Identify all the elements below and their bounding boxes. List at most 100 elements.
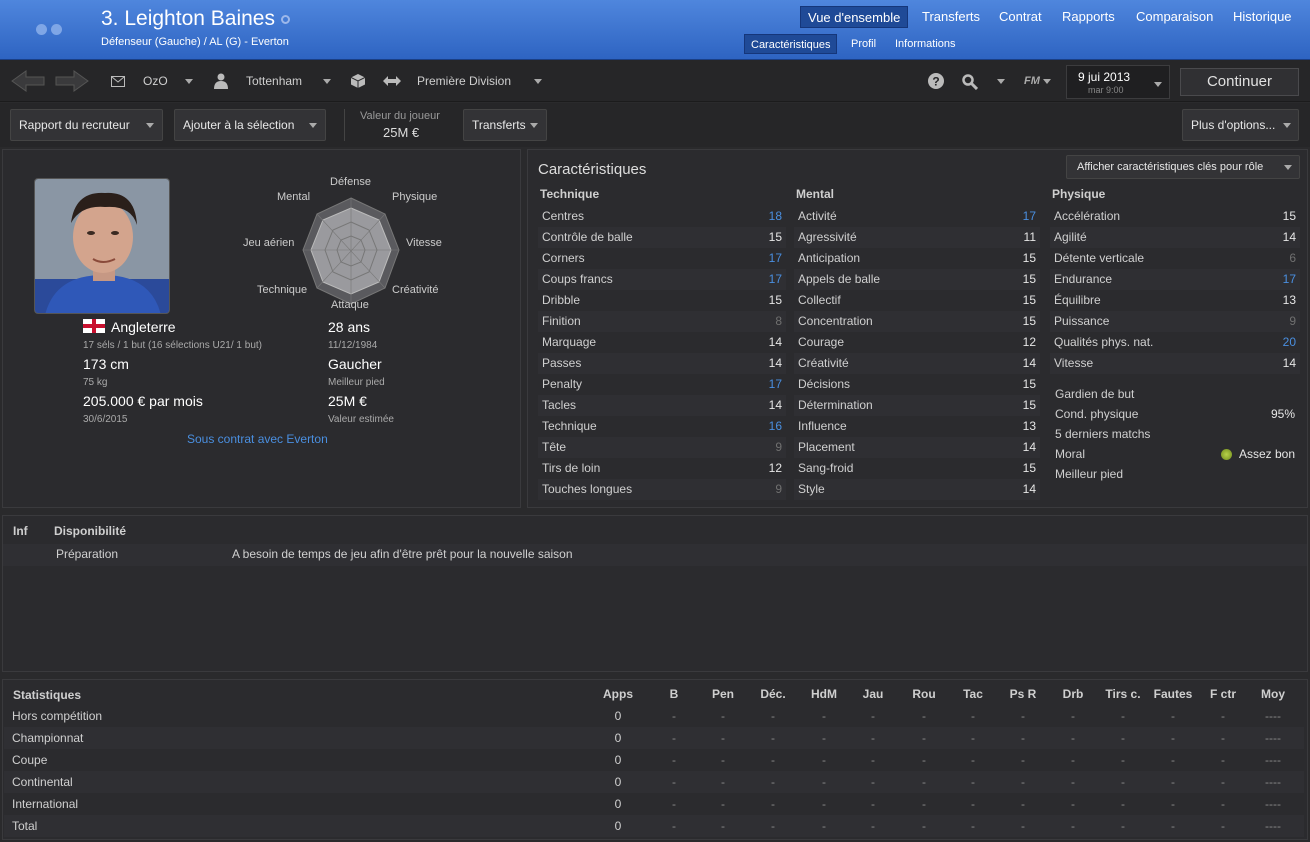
cube-icon[interactable] <box>351 74 365 88</box>
stat-cell: - <box>721 819 725 833</box>
attribute-name: Centres <box>542 209 585 223</box>
subtab-attributes[interactable]: Caractéristiques <box>744 34 838 54</box>
stat-cell: - <box>871 797 875 811</box>
tab-contract[interactable]: Contrat <box>999 6 1042 28</box>
stat-cell: - <box>871 775 875 789</box>
inbox-label[interactable]: OzO <box>143 60 168 102</box>
stat-column-header[interactable]: Apps <box>588 687 648 701</box>
attribute-name: Détente verticale <box>1054 251 1145 265</box>
help-icon[interactable]: ? <box>928 73 944 89</box>
league-dropdown[interactable] <box>534 60 542 102</box>
attributes-title: Caractéristiques <box>538 161 647 178</box>
stat-cell: 0 <box>614 709 622 723</box>
attribute-row-mental[interactable]: Concentration 15 <box>798 311 1036 332</box>
attribute-row-technique[interactable]: Touches longues 9 <box>542 479 782 500</box>
attribute-value: 17 <box>768 377 782 391</box>
attribute-row-physique[interactable]: Endurance 17 <box>1054 269 1296 290</box>
date-dropdown[interactable] <box>1154 77 1162 91</box>
attribute-row-mental[interactable]: Style 14 <box>798 479 1036 500</box>
table-row[interactable]: Continental 0- - - - - - - - - - - - ---- <box>4 771 1304 793</box>
attribute-row-physique[interactable]: Détente verticale 6 <box>1054 248 1296 269</box>
statistics-header: Statistiques <box>13 688 82 702</box>
attribute-row-technique[interactable]: Corners 17 <box>542 248 782 269</box>
attribute-row-mental[interactable]: Collectif 15 <box>798 290 1036 311</box>
attribute-row-technique[interactable]: Coups francs 17 <box>542 269 782 290</box>
search-dropdown[interactable] <box>997 60 1005 102</box>
attribute-row-physique[interactable]: Équilibre 13 <box>1054 290 1296 311</box>
attribute-value: 14 <box>1022 356 1036 370</box>
inbox-dropdown[interactable] <box>185 60 193 102</box>
league-label[interactable]: Première Division <box>417 60 511 102</box>
continue-button[interactable]: Continuer <box>1180 68 1299 96</box>
date-display[interactable]: 9 jui 2013 mar 9:00 <box>1066 65 1170 99</box>
attribute-row-physique[interactable]: Vitesse 14 <box>1054 353 1296 374</box>
stat-cell: - <box>971 819 975 833</box>
club-label[interactable]: Tottenham <box>246 60 302 102</box>
attribute-row-technique[interactable]: Centres 18 <box>542 206 782 227</box>
transfers-button[interactable]: Transferts <box>463 109 547 141</box>
stat-column-header[interactable]: Moy <box>1243 687 1303 701</box>
tab-overview[interactable]: Vue d'ensemble <box>800 6 909 28</box>
mail-icon[interactable] <box>111 76 125 87</box>
attribute-row-mental[interactable]: Placement 14 <box>798 437 1036 458</box>
attribute-name: Marquage <box>542 335 597 349</box>
attribute-row-physique[interactable]: Qualités phys. nat. 20 <box>1054 332 1296 353</box>
swap-arrows-icon[interactable] <box>383 75 401 87</box>
table-row[interactable]: Coupe 0- - - - - - - - - - - - ---- <box>4 749 1304 771</box>
attribute-row-physique[interactable]: Puissance 9 <box>1054 311 1296 332</box>
role-key-attributes-button[interactable]: Afficher caractéristiques clés pour rôle <box>1066 155 1300 179</box>
tab-transfers[interactable]: Transferts <box>922 6 980 28</box>
back-forward-icon[interactable] <box>10 69 90 93</box>
attribute-row-technique[interactable]: Tirs de loin 12 <box>542 458 782 479</box>
attribute-row-technique[interactable]: Tête 9 <box>542 437 782 458</box>
attribute-value: 9 <box>1289 314 1296 328</box>
attribute-value: 18 <box>768 209 782 223</box>
attribute-row-mental[interactable]: Influence 13 <box>798 416 1036 437</box>
scout-report-button[interactable]: Rapport du recruteur <box>10 109 163 141</box>
attribute-row-technique[interactable]: Finition 8 <box>542 311 782 332</box>
table-row[interactable]: Championnat 0- - - - - - - - - - - - ---- <box>4 727 1304 749</box>
subtab-profile[interactable]: Profil <box>851 34 876 54</box>
tab-comparison[interactable]: Comparaison <box>1136 6 1213 28</box>
tab-history[interactable]: Historique <box>1233 6 1292 28</box>
attribute-value: 20 <box>1282 335 1296 349</box>
subtab-information[interactable]: Informations <box>895 34 956 54</box>
attribute-row-technique[interactable]: Contrôle de balle 15 <box>542 227 782 248</box>
contract-link[interactable]: Sous contrat avec Everton <box>187 432 328 446</box>
attribute-row-mental[interactable]: Activité 17 <box>798 206 1036 227</box>
manager-icon[interactable] <box>214 73 228 89</box>
attribute-row-technique[interactable]: Tacles 14 <box>542 395 782 416</box>
club-dropdown[interactable] <box>323 60 331 102</box>
attribute-row-technique[interactable]: Penalty 17 <box>542 374 782 395</box>
stat-cell: - <box>672 709 676 723</box>
table-row[interactable]: Hors compétition 0- - - - - - - - - - - - ---- <box>4 705 1304 727</box>
attribute-row-technique[interactable]: Marquage 14 <box>542 332 782 353</box>
attribute-row-technique[interactable]: Passes 14 <box>542 353 782 374</box>
add-to-shortlist-button[interactable]: Ajouter à la sélection <box>174 109 326 141</box>
fm-menu[interactable]: FM <box>1024 60 1051 102</box>
attribute-row-mental[interactable]: Courage 12 <box>798 332 1036 353</box>
attribute-row-physique[interactable]: Agilité 14 <box>1054 227 1296 248</box>
table-row[interactable]: International 0- - - - - - - - - - - - ---- <box>4 793 1304 815</box>
info-circle-icon[interactable] <box>280 14 290 24</box>
tab-reports[interactable]: Rapports <box>1062 6 1115 28</box>
stat-cell: - <box>922 819 926 833</box>
table-row[interactable]: Total 0- - - - - - - - - - - - ---- <box>4 815 1304 837</box>
attribute-row-mental[interactable]: Appels de balle 15 <box>798 269 1036 290</box>
attribute-row-technique[interactable]: Dribble 15 <box>542 290 782 311</box>
attribute-row-physique[interactable]: Accélération 15 <box>1054 206 1296 227</box>
attribute-row-mental[interactable]: Créativité 14 <box>798 353 1036 374</box>
attribute-row-mental[interactable]: Sang-froid 15 <box>798 458 1036 479</box>
attribute-row-mental[interactable]: Décisions 15 <box>798 374 1036 395</box>
attribute-value: 17 <box>1022 209 1036 223</box>
attribute-row-mental[interactable]: Détermination 15 <box>798 395 1036 416</box>
header: 3. Leighton Baines Défenseur (Gauche) / … <box>0 0 1310 60</box>
attribute-row-mental[interactable]: Agressivité 11 <box>798 227 1036 248</box>
search-icon[interactable] <box>962 74 978 90</box>
attribute-row-mental[interactable]: Anticipation 15 <box>798 248 1036 269</box>
stat-cell: - <box>1121 731 1125 745</box>
best-foot-row: Meilleur pied <box>1055 467 1124 481</box>
attribute-name: Collectif <box>798 293 841 307</box>
attribute-row-technique[interactable]: Technique 16 <box>542 416 782 437</box>
more-options-button[interactable]: Plus d'options... <box>1182 109 1299 141</box>
